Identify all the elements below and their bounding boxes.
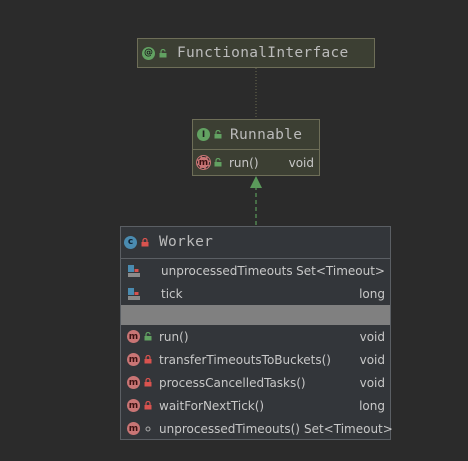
method-name: unprocessedTimeouts()	[159, 421, 300, 436]
method-name: waitForNextTick()	[159, 398, 265, 413]
runnable-title: Runnable	[230, 126, 303, 143]
abstract-method-icon: m	[196, 155, 211, 170]
functional-interface-title: FunctionalInterface	[177, 45, 349, 61]
method-name: processCancelledTasks()	[159, 375, 306, 390]
method-icon: m	[127, 422, 140, 435]
constructors-section	[121, 305, 390, 325]
method-icon: m	[127, 330, 140, 343]
lock-icon	[144, 378, 152, 387]
field-type: long	[359, 286, 385, 301]
field-name: unprocessedTimeouts	[161, 263, 293, 278]
lock-icon	[144, 355, 152, 364]
method-name: run()	[229, 155, 259, 170]
field-name: tick	[161, 286, 183, 301]
functional-interface-node[interactable]: @ FunctionalInterface	[137, 38, 375, 68]
method-row[interactable]: m transferTimeoutsToBuckets() void	[121, 348, 390, 371]
worker-node[interactable]: c Worker unprocessedTimeouts Set<Timeout…	[120, 226, 393, 440]
method-type: void	[359, 375, 385, 390]
field-icon	[128, 287, 140, 300]
unlocked-icon	[144, 332, 152, 341]
annotation-icon: @	[142, 46, 155, 60]
class-icon: c	[124, 235, 137, 249]
method-icon: m	[127, 353, 140, 366]
method-icon: m	[127, 376, 140, 389]
field-row[interactable]: tick long	[121, 282, 390, 305]
method-name: run()	[159, 329, 189, 344]
unlocked-icon	[159, 48, 167, 57]
method-row[interactable]: m waitForNextTick() long	[121, 394, 390, 417]
method-row[interactable]: m run() void	[121, 325, 390, 348]
method-name: transferTimeoutsToBuckets()	[159, 352, 331, 367]
runnable-node[interactable]: I Runnable m run() void	[192, 119, 320, 176]
method-type: Set<Timeout>	[303, 421, 393, 436]
unlocked-icon	[214, 158, 222, 167]
field-row[interactable]: unprocessedTimeouts Set<Timeout>	[121, 259, 390, 282]
implements-arrowhead	[250, 176, 262, 188]
runnable-method-row[interactable]: m run() void	[193, 151, 319, 174]
method-type: void	[288, 155, 314, 170]
method-type: void	[359, 329, 385, 344]
package-visibility-icon	[145, 426, 151, 432]
method-type: void	[359, 352, 385, 367]
field-icon	[128, 264, 140, 277]
method-icon: m	[127, 399, 140, 412]
lock-icon	[141, 237, 149, 246]
method-row[interactable]: m processCancelledTasks() void	[121, 371, 390, 394]
method-type: long	[359, 398, 385, 413]
field-type: Set<Timeout>	[296, 263, 385, 278]
worker-title: Worker	[159, 234, 214, 250]
method-row[interactable]: m unprocessedTimeouts() Set<Timeout>	[121, 417, 393, 440]
interface-icon: I	[197, 128, 210, 141]
lock-icon	[144, 401, 152, 410]
unlocked-icon	[214, 130, 222, 139]
